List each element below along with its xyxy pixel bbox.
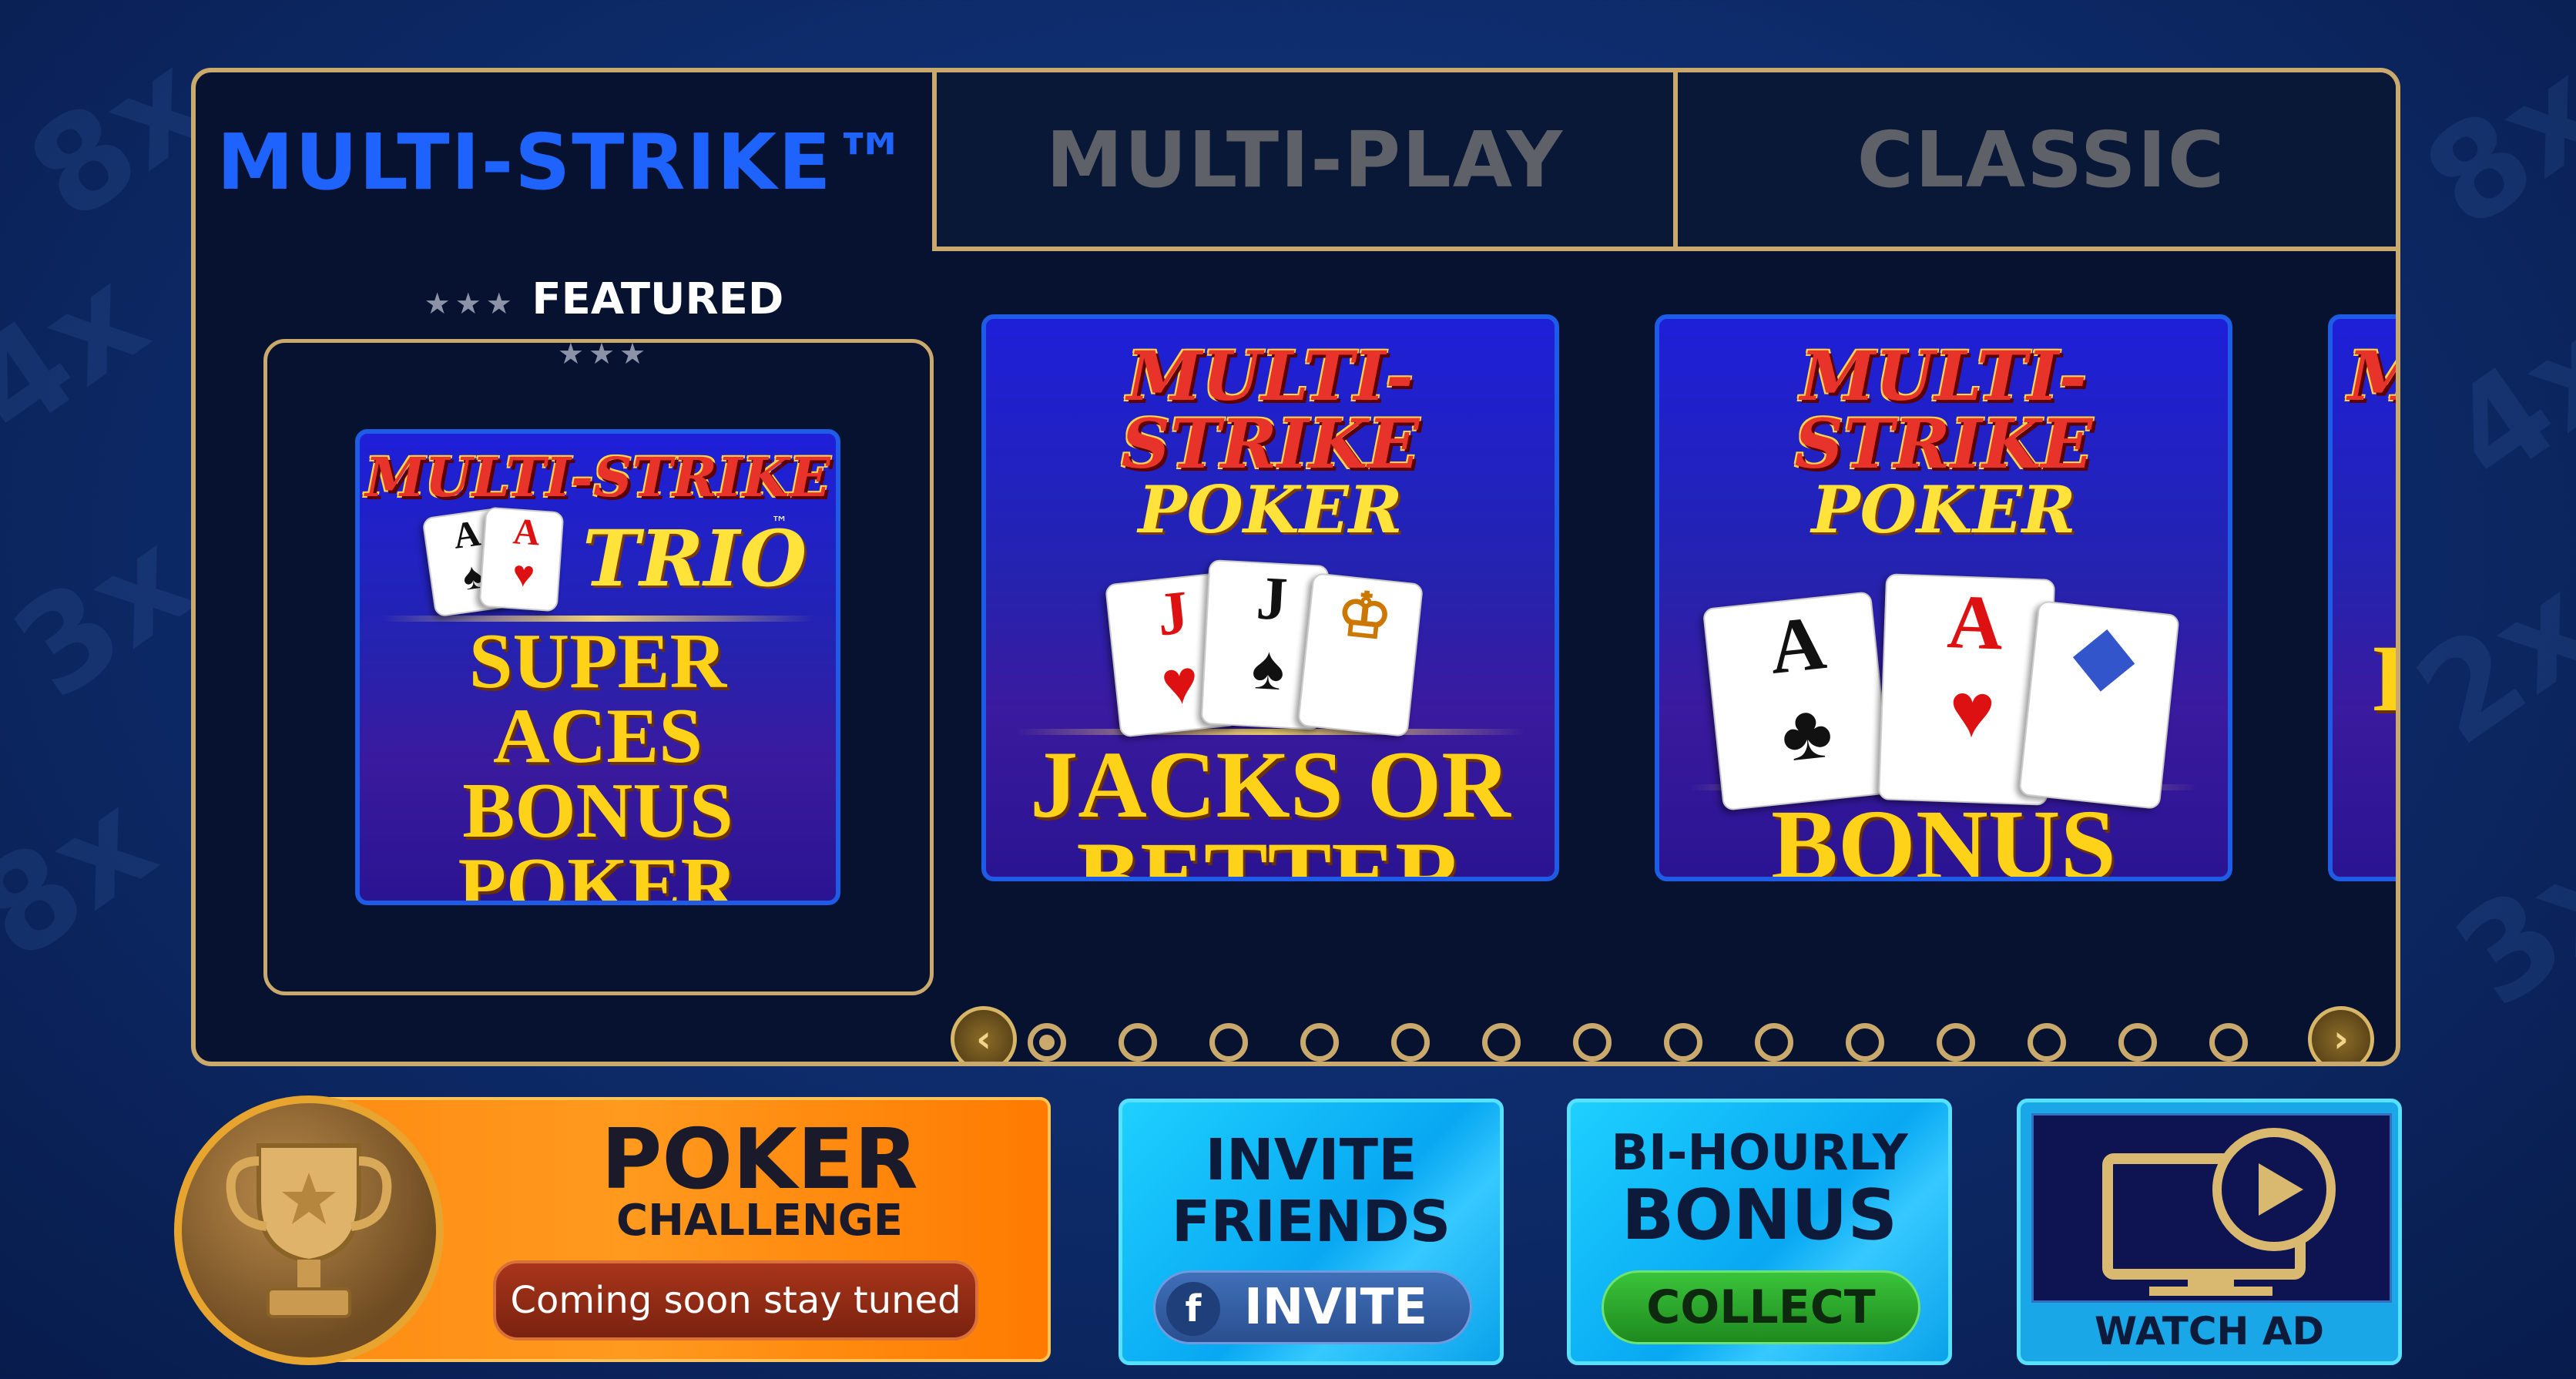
game-select-panel: MULTI-STRIKE™ MULTI-PLAY CLASSIC ★★★ FEA… [191, 68, 2400, 1066]
collect-button[interactable]: COLLECT [1602, 1270, 1920, 1344]
game-brand: MULTI-STRIKE [1121, 336, 1420, 484]
featured-label: FEATURED [532, 274, 784, 324]
challenge-title: POKER [601, 1112, 918, 1208]
poker-challenge-banner[interactable]: POKER CHALLENGE Coming soon stay tuned [174, 1095, 1051, 1365]
game-brand: MULTI-STRIKE [1794, 336, 2093, 484]
bg-mark: 4x [2421, 287, 2576, 513]
stars-decoration: ★★★ [424, 287, 517, 320]
bi-hourly-bonus-tile[interactable]: BI-HOURLY BONUS COLLECT [1567, 1099, 1952, 1365]
pager-dot[interactable] [1119, 1023, 1157, 1062]
game-name: BONUS [1659, 790, 2228, 881]
game-name: SUPER ACES BONUS POKER [360, 618, 836, 905]
pager-dot[interactable] [1755, 1023, 1793, 1062]
prev-arrow-button[interactable]: ‹ [951, 1006, 1017, 1062]
next-arrow-button[interactable]: › [2308, 1006, 2374, 1062]
bg-mark: 3x [2429, 810, 2576, 1037]
trophy-badge [174, 1095, 444, 1365]
invite-button-label: INVITE [1243, 1279, 1428, 1336]
game-card-partial[interactable]: M I [2328, 314, 2396, 881]
pager-dot[interactable] [2028, 1023, 2066, 1062]
invite-friends-tile[interactable]: INVITE FRIENDS f INVITE [1119, 1099, 1504, 1365]
pager-dot[interactable] [1846, 1023, 1884, 1062]
trophy-icon [226, 1143, 392, 1318]
trademark: ™ [771, 514, 788, 533]
game-name-line: POKER [458, 841, 738, 905]
pager-dot[interactable] [1482, 1023, 1521, 1062]
game-name-line: BONUS [462, 767, 733, 854]
carousel-pager: ‹ › [951, 1003, 2396, 1062]
game-name-line: ACES [492, 692, 703, 780]
playing-card: ◆ [2018, 600, 2180, 810]
game-name-line: BETTER [1076, 822, 1464, 881]
tab-multi-play[interactable]: MULTI-PLAY [932, 72, 1673, 251]
game-card-featured[interactable]: MULTI-STRIKE A ♠ A ♥ TRIO ™ SUPER ACES BON… [355, 429, 840, 905]
bonus-title-line1: BI-HOURLY [1611, 1125, 1908, 1182]
playing-card: ♔ [1296, 572, 1424, 737]
cards-illustration: A ♣ A ♥ ◆ [1702, 561, 2182, 811]
game-brand: MULTI-STRIKE [365, 445, 830, 509]
game-subtitle: POKER [1811, 471, 2076, 548]
game-card-jacks-or-better[interactable]: MULTI-STRIKE POKER J ♥ J ♠ ♔ JACKS OR BETT… [981, 314, 1559, 881]
game-subtitle: POKER [1138, 471, 1403, 548]
cards-illustration: A ♠ A ♥ TRIO ™ [382, 505, 813, 618]
video-screen [2031, 1113, 2392, 1303]
facebook-icon: f [1166, 1282, 1220, 1336]
playing-card: A ♥ [478, 506, 565, 612]
challenge-status: Coming soon stay tuned [493, 1260, 978, 1340]
pager-dot[interactable] [1300, 1023, 1339, 1062]
playing-card: A ♣ [1702, 591, 1893, 811]
tab-multi-strike[interactable]: MULTI-STRIKE™ [196, 72, 932, 251]
game-name-line: JACKS OR [1030, 732, 1511, 837]
game-name: I [2333, 631, 2396, 726]
pager-dot[interactable] [2118, 1023, 2157, 1062]
tab-bar: MULTI-STRIKE™ MULTI-PLAY CLASSIC [196, 72, 2396, 251]
pager-dot[interactable] [1573, 1023, 1612, 1062]
watch-ad-tile[interactable]: WATCH AD [2017, 1099, 2402, 1365]
game-name: JACKS OR BETTER [986, 732, 1555, 881]
bg-mark: 8x [2398, 32, 2576, 259]
challenge-subtitle: CHALLENGE [615, 1196, 903, 1246]
bg-mark: 2x [2390, 549, 2576, 775]
invite-title-line1: INVITE [1205, 1127, 1417, 1193]
game-brand: M [2333, 342, 2396, 410]
pager-dot[interactable] [1028, 1023, 1066, 1062]
pager-dot[interactable] [1664, 1023, 1702, 1062]
tv-play-icon [2102, 1128, 2336, 1296]
featured-frame: MULTI-STRIKE A ♠ A ♥ TRIO ™ SUPER ACES BON… [263, 339, 934, 995]
game-name-line: SUPER [468, 618, 727, 705]
pager-dot[interactable] [1937, 1023, 1975, 1062]
pager-dot[interactable] [2209, 1023, 2248, 1062]
watch-ad-label: WATCH AD [2095, 1309, 2324, 1354]
pager-dot[interactable] [1391, 1023, 1430, 1062]
cards-illustration: J ♥ J ♠ ♔ [1097, 559, 1444, 738]
bonus-title-line2: BONUS [1621, 1175, 1898, 1256]
bg-mark: 8x [0, 764, 181, 991]
bg-mark: 3x [0, 502, 220, 729]
pager-dot[interactable] [1209, 1023, 1248, 1062]
game-name-line: BONUS [1771, 790, 2116, 881]
bg-mark: 4x [0, 240, 173, 467]
game-card-bonus[interactable]: MULTI-STRIKE POKER A ♣ A ♥ ◆ BONUS [1655, 314, 2232, 881]
invite-title-line2: FRIENDS [1171, 1189, 1451, 1255]
invite-button[interactable]: f INVITE [1153, 1270, 1472, 1344]
tab-classic[interactable]: CLASSIC [1673, 72, 2396, 251]
